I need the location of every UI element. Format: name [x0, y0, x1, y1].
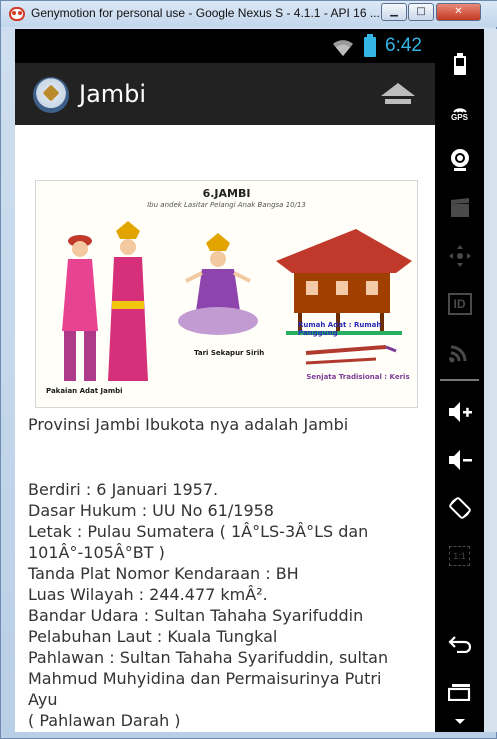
province-illustration: 6.JAMBI Ibu andek Lasitar Pelangi Anak B… [35, 180, 418, 408]
caption-pakaian: Pakaian Adat Jambi [46, 387, 123, 395]
detail-line: Dasar Hukum : UU No 61/1958 [28, 501, 274, 520]
intro-text: Provinsi Jambi Ibukota nya adalah Jambi [28, 415, 349, 434]
volume-up-icon[interactable] [435, 391, 484, 433]
cast-icon[interactable] [435, 331, 484, 373]
detail-line: Tanda Plat Nomor Kendaraan : BH [28, 564, 299, 583]
battery-icon[interactable] [435, 43, 484, 85]
window-title: Genymotion for personal use - Google Nex… [31, 6, 380, 20]
rotate-icon[interactable] [435, 487, 484, 529]
gps-label: GPS [451, 112, 468, 122]
detail-line: 101Â°-105Â°BT ) [28, 543, 165, 562]
camera-icon[interactable] [435, 139, 484, 181]
detail-line: Luas Wilayah : 244.477 kmÂ². [28, 585, 268, 604]
android-screen: 6:42 Jambi 6.JAMBI Ibu andek Lasitar Pel… [15, 29, 435, 732]
volume-down-icon[interactable] [435, 439, 484, 481]
back-icon[interactable] [435, 623, 484, 665]
emulator-side-panel: GPS ID 1:1 [435, 29, 484, 732]
window-titlebar[interactable]: Genymotion for personal use - Google Nex… [1, 1, 497, 27]
page-title: Jambi [79, 80, 147, 108]
genymotion-icon [9, 7, 25, 21]
detail-line: Berdiri : 6 Januari 1957. [28, 480, 219, 499]
caption-tari: Tari Sekapur Sirih [194, 349, 265, 357]
content-scroll[interactable]: 6.JAMBI Ibu andek Lasitar Pelangi Anak B… [15, 125, 435, 732]
gps-icon[interactable]: GPS [435, 91, 484, 133]
caption-rumah: Rumah Adat : Rumah Panggung [298, 321, 382, 337]
detail-line: Mahmud Muhyidina dan Permaisurinya Putri [28, 669, 382, 688]
detail-line: Pelabuhan Laut : Kuala Tungkal [28, 627, 278, 646]
pixel-perfect-label: 1:1 [449, 546, 470, 566]
dpad-icon[interactable] [435, 235, 484, 277]
panel-divider [440, 379, 479, 381]
detail-line: Bandar Udara : Sultan Tahaha Syarifuddin [28, 606, 364, 625]
pixel-perfect-icon[interactable]: 1:1 [435, 535, 484, 577]
recent-apps-icon[interactable] [435, 671, 484, 713]
province-details: Berdiri : 6 Januari 1957. Dasar Hukum : … [28, 479, 388, 731]
home-icon[interactable] [379, 81, 417, 109]
id-icon[interactable]: ID [435, 283, 484, 325]
action-bar: Jambi [15, 63, 435, 125]
detail-line: Pahlawan : Sultan Tahaha Syarifuddin, su… [28, 648, 389, 667]
window-edge [484, 29, 497, 732]
status-bar: 6:42 [15, 29, 435, 63]
caption-senjata: Senjata Tradisional : Keris [306, 373, 410, 381]
minimize-button[interactable]: ▁ [381, 3, 407, 21]
video-capture-icon[interactable] [435, 187, 484, 229]
province-logo-icon[interactable] [33, 77, 69, 113]
wifi-icon [333, 40, 353, 56]
close-button[interactable]: ✕ [436, 3, 481, 21]
detail-line: Ayu [28, 690, 58, 709]
maximize-button[interactable]: □ [408, 3, 434, 21]
battery-icon [364, 34, 376, 57]
id-label: ID [447, 293, 472, 315]
detail-line: Letak : Pulau Sumatera ( 1Â°LS-3Â°LS dan [28, 522, 369, 541]
emulator-window: Genymotion for personal use - Google Nex… [0, 0, 497, 739]
detail-line: ( Pahlawan Darah ) [28, 711, 181, 730]
status-clock: 6:42 [385, 35, 422, 56]
menu-icon[interactable] [435, 709, 484, 731]
